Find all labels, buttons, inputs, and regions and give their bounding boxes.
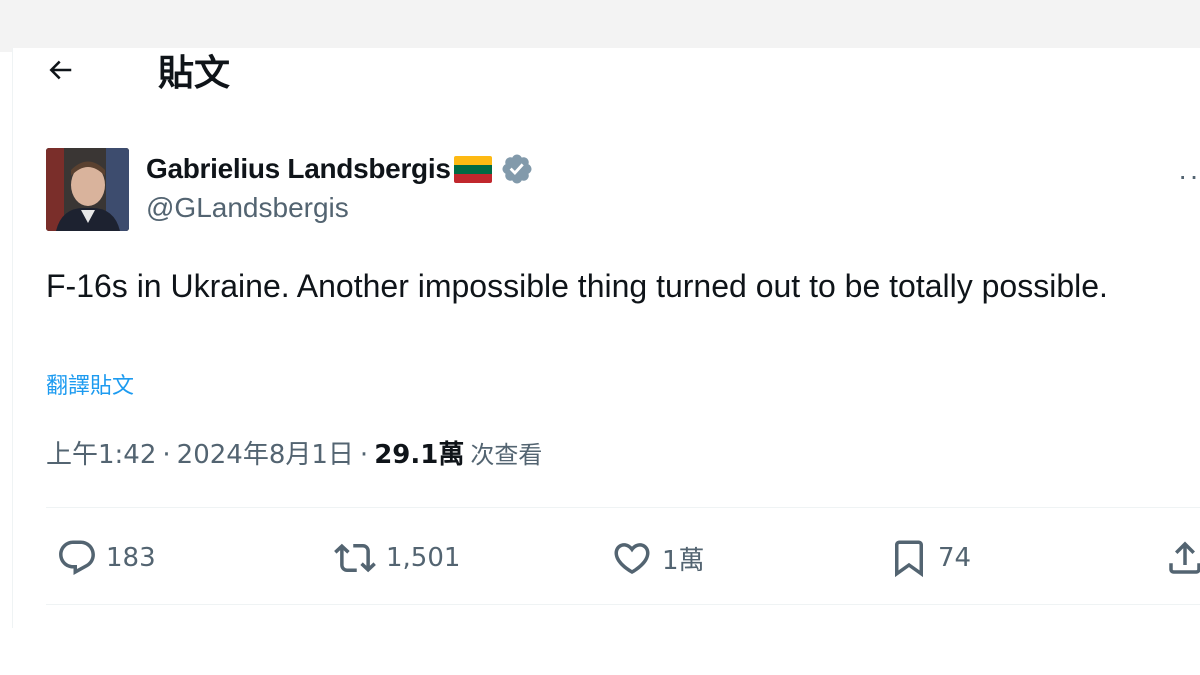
views-label: 次查看 bbox=[470, 441, 543, 469]
post-time[interactable]: 上午1:42 bbox=[46, 434, 156, 471]
repost-count: 1,501 bbox=[386, 543, 461, 573]
page-header: 貼文 bbox=[46, 48, 230, 94]
back-arrow-icon bbox=[49, 60, 72, 80]
post-author: Gabrielius Landsbergis @GLandsbergis bbox=[46, 148, 534, 231]
meta-separator: · bbox=[162, 440, 171, 470]
like-count: 1萬 bbox=[662, 545, 705, 576]
author-names: Gabrielius Landsbergis @GLandsbergis bbox=[146, 150, 534, 224]
avatar-portrait-icon bbox=[46, 148, 129, 231]
views-count[interactable]: 29.1萬 bbox=[374, 434, 464, 471]
like-button[interactable]: 1萬 bbox=[610, 530, 705, 586]
more-dots-icon: ·· bbox=[1178, 160, 1200, 191]
reply-count: 183 bbox=[106, 543, 156, 573]
reply-button[interactable]: 183 bbox=[56, 530, 156, 586]
page-bottom bbox=[0, 628, 1200, 675]
heart-icon bbox=[614, 543, 650, 575]
bookmark-count: 74 bbox=[938, 543, 972, 573]
meta-separator: · bbox=[359, 440, 369, 470]
action-bar: 183 1,501 1萬 74 bbox=[46, 530, 1200, 586]
lithuania-flag-icon bbox=[453, 155, 492, 183]
divider bbox=[46, 507, 1200, 508]
post-meta: 上午1:42 · 2024年8月1日 · 29.1萬 次查看 bbox=[46, 434, 542, 471]
page-title: 貼文 bbox=[158, 53, 231, 94]
divider bbox=[46, 604, 1200, 605]
more-options-button[interactable]: ·· bbox=[1178, 160, 1200, 192]
share-icon bbox=[1169, 541, 1200, 574]
author-name-row: Gabrielius Landsbergis bbox=[146, 150, 534, 188]
share-button[interactable] bbox=[1164, 530, 1200, 586]
repost-icon bbox=[334, 543, 376, 573]
author-handle[interactable]: @GLandsbergis bbox=[146, 192, 534, 224]
verified-badge-icon[interactable] bbox=[500, 152, 534, 186]
author-display-name[interactable]: Gabrielius Landsbergis bbox=[146, 153, 451, 185]
post-date[interactable]: 2024年8月1日 bbox=[177, 434, 354, 471]
avatar[interactable] bbox=[46, 148, 129, 231]
back-button[interactable] bbox=[38, 48, 82, 92]
post-text: F-16s in Ukraine. Another impossible thi… bbox=[46, 268, 1108, 304]
bookmark-button[interactable]: 74 bbox=[888, 530, 971, 586]
repost-button[interactable]: 1,501 bbox=[332, 530, 460, 586]
reply-icon bbox=[59, 540, 95, 575]
bookmark-icon bbox=[895, 540, 923, 578]
translate-post-link[interactable]: 翻譯貼文 bbox=[46, 368, 134, 400]
